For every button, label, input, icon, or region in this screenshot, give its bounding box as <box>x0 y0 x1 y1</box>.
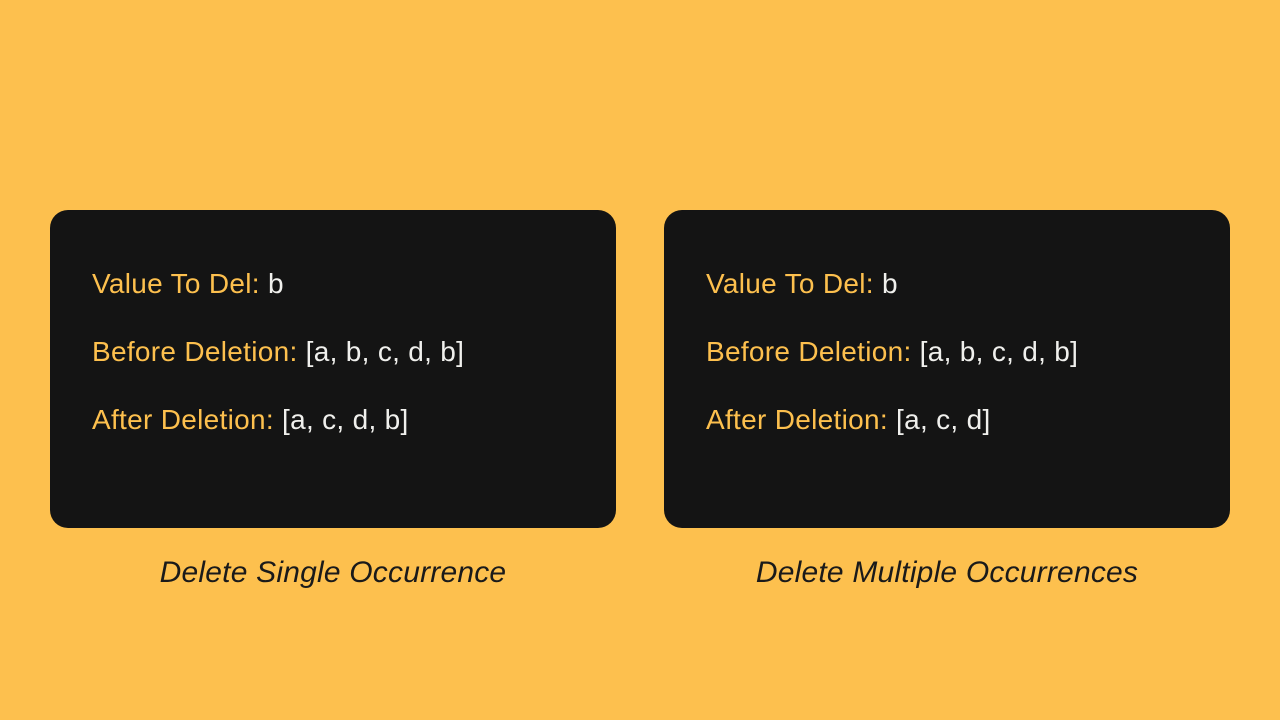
right-after-label: After Deletion: <box>706 404 896 435</box>
right-value-to-del-value: b <box>882 268 898 299</box>
left-before-value: [a, b, c, d, b] <box>306 336 465 367</box>
left-after-label: After Deletion: <box>92 404 282 435</box>
left-value-to-del-line: Value To Del: b <box>92 268 574 300</box>
left-value-to-del-label: Value To Del: <box>92 268 268 299</box>
right-value-to-del-line: Value To Del: b <box>706 268 1188 300</box>
left-panel: Value To Del: b Before Deletion: [a, b, … <box>50 210 616 590</box>
left-code-box: Value To Del: b Before Deletion: [a, b, … <box>50 210 616 528</box>
right-before-value: [a, b, c, d, b] <box>920 336 1079 367</box>
right-value-to-del-label: Value To Del: <box>706 268 882 299</box>
left-after-value: [a, c, d, b] <box>282 404 409 435</box>
left-after-line: After Deletion: [a, c, d, b] <box>92 404 574 436</box>
left-caption: Delete Single Occurrence <box>160 556 507 590</box>
right-panel: Value To Del: b Before Deletion: [a, b, … <box>664 210 1230 590</box>
left-before-label: Before Deletion: <box>92 336 306 367</box>
right-before-label: Before Deletion: <box>706 336 920 367</box>
right-code-box: Value To Del: b Before Deletion: [a, b, … <box>664 210 1230 528</box>
right-after-value: [a, c, d] <box>896 404 991 435</box>
left-value-to-del-value: b <box>268 268 284 299</box>
right-before-line: Before Deletion: [a, b, c, d, b] <box>706 336 1188 368</box>
right-after-line: After Deletion: [a, c, d] <box>706 404 1188 436</box>
right-caption: Delete Multiple Occurrences <box>756 556 1138 590</box>
left-before-line: Before Deletion: [a, b, c, d, b] <box>92 336 574 368</box>
